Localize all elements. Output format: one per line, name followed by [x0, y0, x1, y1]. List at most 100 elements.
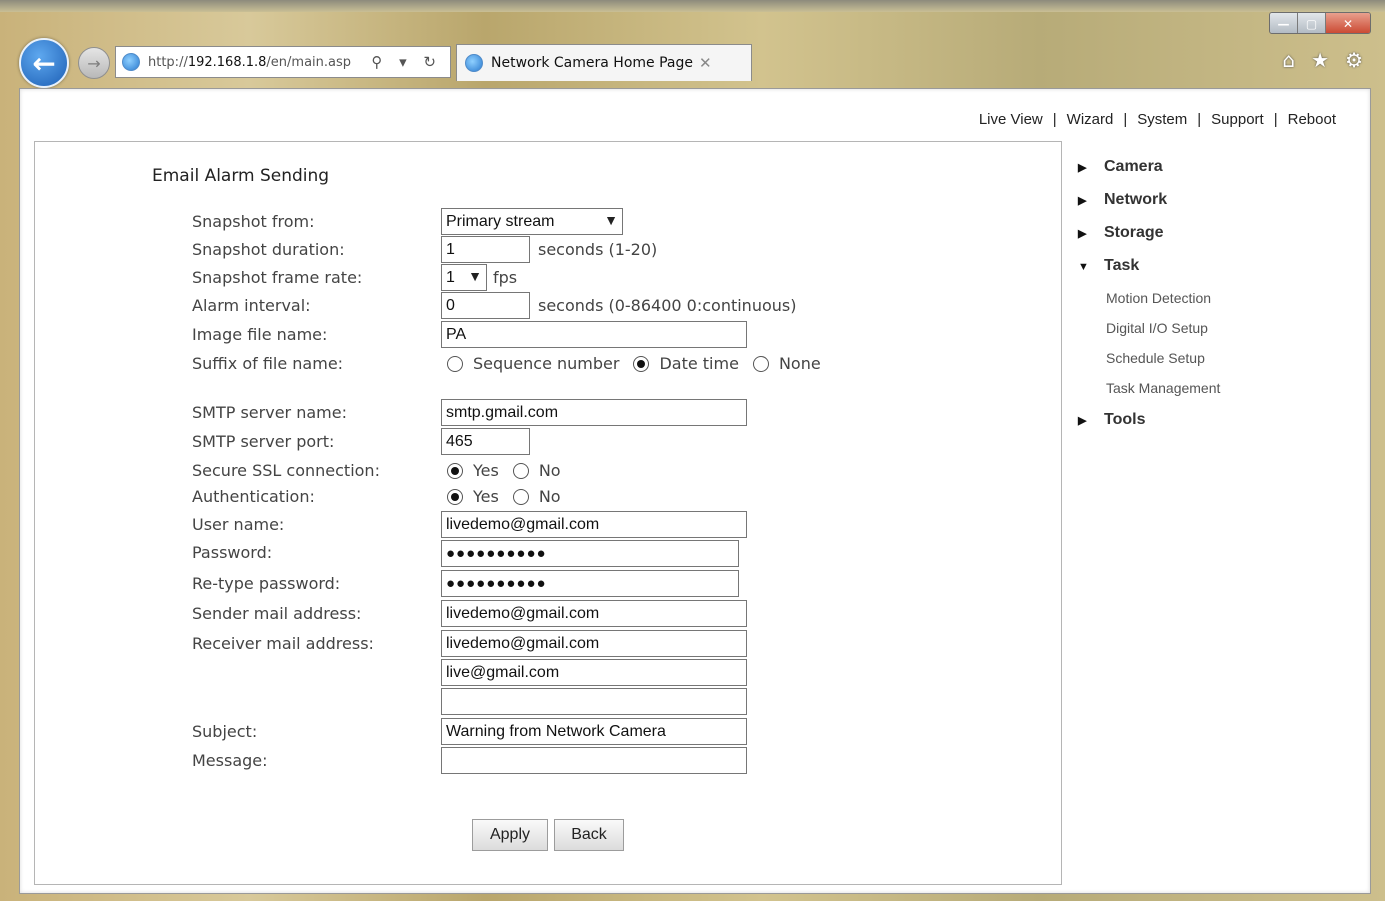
back-arrow-icon: ← [32, 46, 56, 80]
browser-tab-active[interactable]: Network Camera Home Page ✕ [456, 44, 752, 81]
form-title: Email Alarm Sending [152, 166, 330, 186]
image-file-name-label: Image file name: [192, 325, 328, 344]
nav-live-view[interactable]: Live View [979, 111, 1043, 128]
retype-password-label: Re-type password: [192, 574, 341, 593]
url-host: 192.168.1.8 [187, 54, 267, 70]
suffix-datetime-radio[interactable] [633, 355, 650, 372]
maximize-button[interactable]: ▢ [1298, 13, 1326, 33]
menu-camera[interactable]: ▶ Camera [1078, 158, 1163, 176]
receiver-mail-label: Receiver mail address: [192, 634, 374, 653]
snapshot-duration-label: Snapshot duration: [192, 240, 345, 259]
snapshot-from-label: Snapshot from: [192, 212, 315, 231]
nav-separator: | [1123, 111, 1128, 128]
nav-wizard[interactable]: Wizard [1067, 111, 1114, 128]
receiver-mail-input-1[interactable]: livedemo@gmail.com [441, 630, 747, 657]
menu-network[interactable]: ▶ Network [1078, 191, 1167, 209]
ssl-no-radio[interactable] [512, 462, 529, 479]
suffix-none-radio[interactable] [752, 355, 769, 372]
receiver-mail-input-3[interactable] [441, 688, 747, 715]
triangle-right-icon: ▶ [1078, 415, 1087, 427]
menu-storage[interactable]: ▶ Storage [1078, 224, 1164, 242]
message-input[interactable] [441, 747, 747, 774]
submenu-motion-detection[interactable]: Motion Detection [1106, 290, 1211, 306]
menu-task[interactable]: ▼ Task [1078, 257, 1139, 275]
nav-support[interactable]: Support [1211, 111, 1264, 128]
browser-toolbar: ⌂ ★ ⚙ [1282, 48, 1363, 72]
auth-no-radio[interactable] [512, 488, 529, 505]
close-window-button[interactable]: ✕ [1326, 13, 1370, 33]
submenu-digital-io-setup[interactable]: Digital I/O Setup [1106, 320, 1208, 336]
chevron-down-icon: ▼ [468, 268, 482, 284]
snapshot-from-select[interactable]: Primary stream ▼ [441, 208, 623, 235]
back-button[interactable]: ← [19, 38, 69, 88]
page-content: Live View | Wizard | System | Support | Reboot E… [19, 88, 1371, 894]
suffix-datetime-label: Date time [659, 354, 739, 373]
menu-network-label: Network [1104, 191, 1168, 208]
ssl-yes-radio[interactable] [447, 462, 463, 479]
smtp-server-port-label: SMTP server port: [192, 432, 335, 451]
minimize-button[interactable]: — [1270, 13, 1298, 33]
auth-yes-label: Yes [473, 487, 499, 506]
triangle-right-icon: ▶ [1078, 195, 1087, 207]
sender-mail-label: Sender mail address: [192, 604, 362, 623]
chevron-down-icon: ▼ [604, 212, 618, 228]
home-icon[interactable]: ⌂ [1282, 48, 1295, 72]
frame-rate-value: 1 [446, 269, 455, 286]
ssl-no-label: No [538, 461, 561, 480]
nav-separator: | [1273, 111, 1278, 128]
sender-mail-input[interactable]: livedemo@gmail.com [441, 600, 747, 627]
image-file-name-input[interactable]: PA [441, 321, 747, 348]
submenu-task-management[interactable]: Task Management [1106, 380, 1220, 396]
snapshot-duration-input[interactable]: 1 [441, 236, 530, 263]
search-refresh-icons[interactable]: ⚲ ▾ ↻ [371, 53, 442, 71]
suffix-radio-group: Sequence number Date time None [447, 354, 835, 373]
subject-input[interactable]: Warning from Network Camera [441, 718, 747, 745]
triangle-down-icon: ▼ [1078, 261, 1089, 273]
message-label: Message: [192, 751, 268, 770]
auth-no-label: No [538, 487, 561, 506]
nav-system[interactable]: System [1137, 111, 1187, 128]
submenu-schedule-setup[interactable]: Schedule Setup [1106, 350, 1205, 366]
tab-title: Network Camera Home Page [491, 55, 693, 71]
auth-radio-group: Yes No [447, 487, 575, 506]
retype-password-input[interactable]: ●●●●●●●●●● [441, 570, 739, 597]
password-input[interactable]: ●●●●●●●●●● [441, 540, 739, 567]
apply-button[interactable]: Apply [472, 819, 548, 851]
suffix-label: Suffix of file name: [192, 354, 344, 373]
ssl-yes-label: Yes [473, 461, 499, 480]
window-controls: — ▢ ✕ [1269, 12, 1371, 34]
auth-yes-radio[interactable] [447, 488, 463, 505]
receiver-mail-input-2[interactable]: live@gmail.com [441, 659, 747, 686]
url-path: /en/main.asp [266, 54, 352, 70]
triangle-right-icon: ▶ [1078, 162, 1087, 174]
password-label: Password: [192, 543, 273, 562]
user-name-input[interactable]: livedemo@gmail.com [441, 511, 747, 538]
site-globe-icon [122, 53, 140, 71]
snapshot-from-value: Primary stream [446, 213, 555, 230]
frame-rate-unit: fps [493, 268, 518, 287]
nav-reboot[interactable]: Reboot [1288, 111, 1336, 128]
favorites-star-icon[interactable]: ★ [1311, 48, 1329, 72]
frame-rate-select[interactable]: 1 ▼ [441, 264, 487, 291]
email-alarm-panel: Email Alarm Sending Snapshot from: Prima… [34, 141, 1062, 885]
back-form-button[interactable]: Back [554, 819, 624, 851]
tab-globe-icon [465, 54, 483, 72]
suffix-none-label: None [778, 354, 821, 373]
authentication-label: Authentication: [192, 487, 315, 506]
smtp-server-name-input[interactable]: smtp.gmail.com [441, 399, 747, 426]
subject-label: Subject: [192, 722, 258, 741]
user-name-label: User name: [192, 515, 285, 534]
address-bar[interactable]: http://192.168.1.8/en/main.asp ⚲ ▾ ↻ [115, 46, 451, 78]
menu-tools-label: Tools [1104, 411, 1146, 428]
alarm-interval-input[interactable]: 0 [441, 292, 530, 319]
smtp-server-name-label: SMTP server name: [192, 403, 347, 422]
alarm-interval-label: Alarm interval: [192, 296, 311, 315]
browser-window: — ▢ ✕ ← → http://192.168.1.8/en/main.asp… [0, 0, 1385, 901]
suffix-sequence-label: Sequence number [473, 354, 620, 373]
smtp-server-port-input[interactable]: 465 [441, 428, 530, 455]
tab-close-icon[interactable]: ✕ [699, 54, 712, 72]
menu-tools[interactable]: ▶ Tools [1078, 411, 1145, 429]
forward-button[interactable]: → [78, 47, 110, 79]
suffix-sequence-radio[interactable] [447, 355, 463, 372]
settings-gear-icon[interactable]: ⚙ [1345, 48, 1363, 72]
